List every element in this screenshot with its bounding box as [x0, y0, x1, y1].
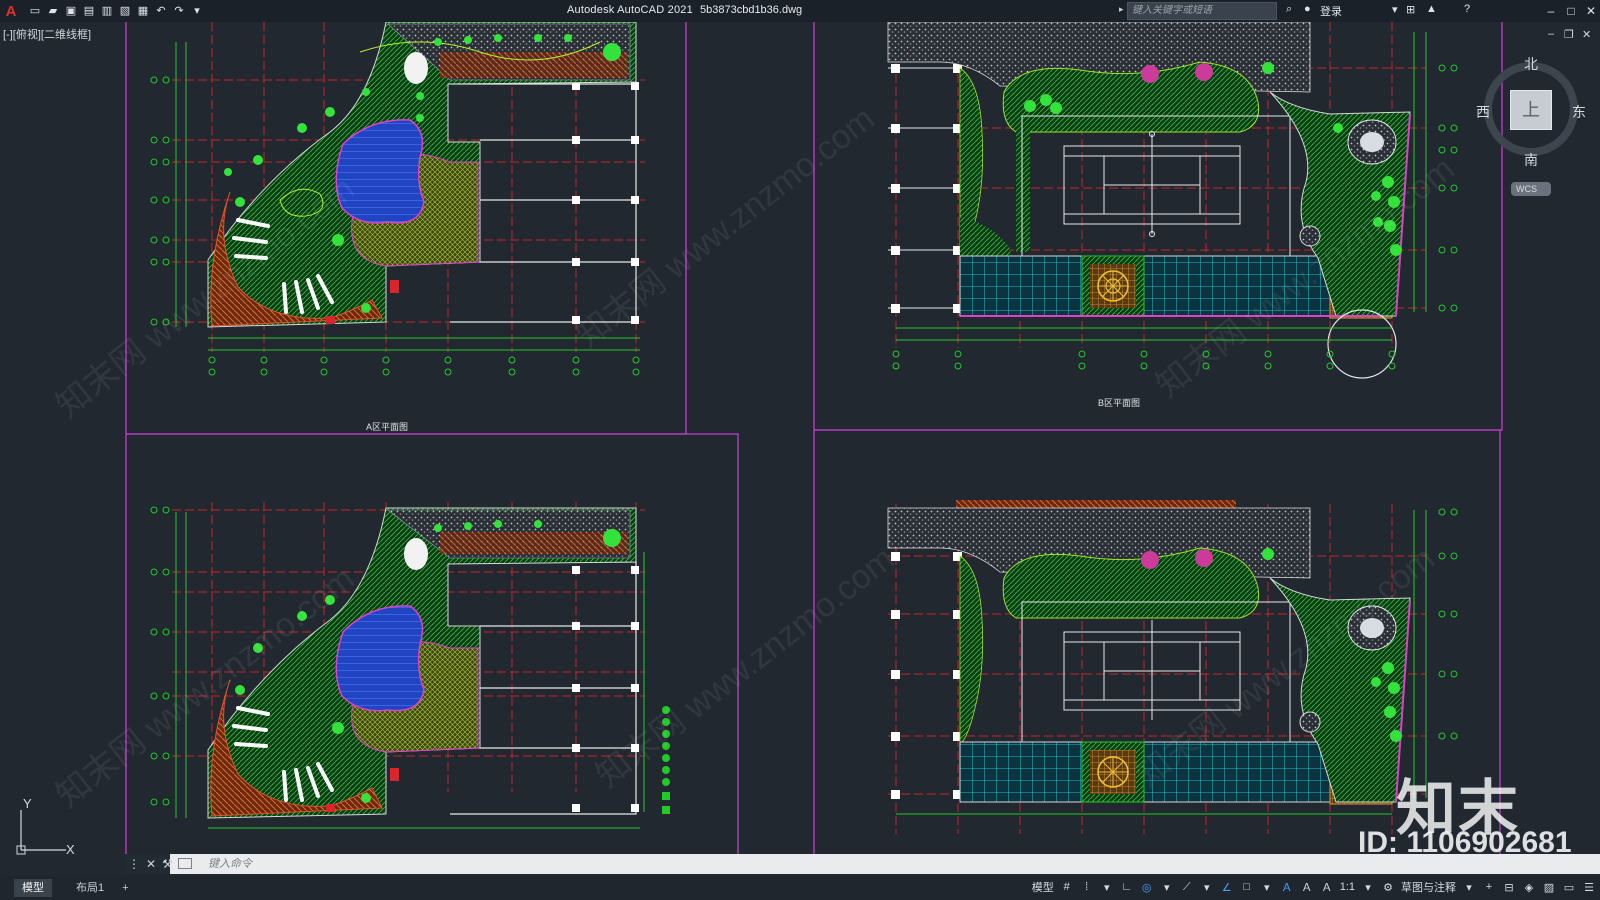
- compass-west[interactable]: 西: [1476, 102, 1490, 122]
- tab-model[interactable]: 模型: [14, 879, 52, 897]
- sheet-b-title: B区平面图: [1098, 398, 1140, 408]
- polar-tracking-icon[interactable]: ◎: [1140, 881, 1154, 894]
- clean-screen-icon[interactable]: ▭: [1562, 881, 1576, 894]
- ucs-y-label: Y: [23, 796, 32, 811]
- login-link[interactable]: 登录: [1320, 3, 1342, 19]
- command-prompt-icon[interactable]: [178, 858, 192, 869]
- viewcube[interactable]: 上 北 南 西 东: [1476, 54, 1586, 168]
- save-icon[interactable]: ▣: [64, 5, 78, 18]
- grid-icon[interactable]: #: [1060, 881, 1074, 893]
- viewport-restore-icon[interactable]: ❐: [1564, 28, 1574, 41]
- user-icon[interactable]: ●: [1304, 3, 1311, 15]
- hardware-acceleration-icon[interactable]: ▨: [1542, 881, 1556, 894]
- auto-scale-icon[interactable]: Ａ: [1300, 879, 1314, 895]
- search-icon[interactable]: ⌕: [1286, 3, 1292, 16]
- wcs-menu[interactable]: WCS: [1511, 182, 1551, 196]
- search-expand-icon[interactable]: ▸: [1119, 4, 1124, 15]
- autodesk-a360-icon[interactable]: ▲: [1426, 3, 1437, 15]
- close-button[interactable]: ✕: [1582, 2, 1600, 20]
- tab-layout1[interactable]: 布局1: [68, 879, 112, 897]
- viewport-minimize-icon[interactable]: –: [1548, 28, 1554, 40]
- object-snap-icon[interactable]: □: [1240, 881, 1254, 893]
- compass-south[interactable]: 南: [1524, 150, 1538, 170]
- ortho-icon[interactable]: ∟: [1120, 881, 1134, 893]
- file-name: 5b3873cbd1b36.dwg: [700, 4, 803, 16]
- login-dropdown-icon[interactable]: ▾: [1392, 3, 1398, 16]
- ucs-x-label: X: [66, 842, 75, 856]
- snap-icon[interactable]: ⁞: [1080, 881, 1094, 893]
- print-icon[interactable]: ▦: [136, 5, 150, 18]
- units-icon[interactable]: +: [1482, 881, 1496, 893]
- command-grip-icon[interactable]: ⋮: [128, 857, 140, 871]
- workspace-switch[interactable]: 草图与注释: [1401, 879, 1456, 895]
- snap-dropdown-icon[interactable]: ▾: [1100, 881, 1114, 894]
- command-line-controls: ⋮ ✕ ⚒: [124, 854, 173, 874]
- viewport-close-icon[interactable]: ✕: [1582, 28, 1591, 41]
- new-file-icon[interactable]: ▭: [28, 5, 42, 18]
- workspace-dropdown-icon[interactable]: ▾: [1462, 881, 1476, 894]
- command-line: ⋮ ✕ ⚒ 键入命令: [124, 854, 1600, 874]
- minimize-button[interactable]: –: [1542, 2, 1560, 20]
- redo-icon[interactable]: ↷: [172, 5, 186, 18]
- search-input[interactable]: 键入关键字或短语: [1127, 2, 1277, 20]
- status-toggles: 模型 # ⁞ ▾ ∟ ◎ ▾ ⟋ ▾ ∠ □ ▾ Ａ Ａ Ａ 1:1 ▾ ⚙ 草…: [1032, 879, 1596, 895]
- object-snap-tracking-icon[interactable]: ∠: [1220, 881, 1234, 894]
- isodraft-dropdown-icon[interactable]: ▾: [1200, 881, 1214, 894]
- open-folder-icon[interactable]: ▰: [46, 5, 60, 18]
- workspace-gear-icon[interactable]: ⚙: [1381, 881, 1395, 894]
- help-icon[interactable]: ?: [1464, 3, 1470, 15]
- cart-icon[interactable]: ⊞: [1406, 3, 1415, 16]
- autocad-window: A ▭ ▰ ▣ ▤ ▥ ▧ ▦ ↶ ↷ ▾ Autodesk AutoCAD 2…: [0, 0, 1600, 900]
- annotation-scale-icon[interactable]: Ａ: [1320, 879, 1334, 895]
- model-space-label[interactable]: 模型: [1032, 879, 1054, 895]
- publish-icon[interactable]: ▥: [100, 5, 114, 18]
- undo-icon[interactable]: ↶: [154, 5, 168, 18]
- annotation-visibility-icon[interactable]: Ａ: [1280, 879, 1294, 895]
- title-bar: A ▭ ▰ ▣ ▤ ▥ ▧ ▦ ↶ ↷ ▾ Autodesk AutoCAD 2…: [0, 0, 1600, 22]
- object-snap-dropdown-icon[interactable]: ▾: [1260, 881, 1274, 894]
- autocad-logo-icon[interactable]: A: [0, 0, 22, 22]
- viewport-controls-label[interactable]: [-][俯视][二维线框]: [3, 26, 91, 42]
- sheet-a-title: A区平面图: [366, 422, 408, 432]
- add-layout-button[interactable]: +: [114, 879, 136, 897]
- maximize-button[interactable]: □: [1562, 2, 1580, 20]
- annotation-scale-value[interactable]: 1:1: [1340, 881, 1355, 893]
- polar-dropdown-icon[interactable]: ▾: [1160, 881, 1174, 894]
- plan-a-top: A区平面图: [150, 22, 645, 432]
- command-input[interactable]: 键入命令: [174, 855, 1594, 873]
- viewcube-top-face[interactable]: 上: [1510, 90, 1552, 130]
- quick-access-toolbar: ▭ ▰ ▣ ▤ ▥ ▧ ▦ ↶ ↷ ▾: [28, 5, 204, 18]
- plot-icon[interactable]: ▧: [118, 5, 132, 18]
- quick-properties-icon[interactable]: ⊟: [1502, 881, 1516, 894]
- scale-dropdown-icon[interactable]: ▾: [1361, 881, 1375, 894]
- customize-dropdown-icon[interactable]: ▾: [190, 5, 204, 18]
- status-bar: 模型 布局1 + 模型 # ⁞ ▾ ∟ ◎ ▾ ⟋ ▾ ∠ □ ▾ Ａ Ａ Ａ …: [0, 876, 1600, 900]
- plan-b-bottom: [887, 500, 1458, 834]
- customization-menu-icon[interactable]: ☰: [1582, 881, 1596, 894]
- app-title: Autodesk AutoCAD 2021: [567, 4, 693, 16]
- command-customize-icon[interactable]: ⚒: [162, 857, 173, 871]
- command-close-icon[interactable]: ✕: [146, 857, 156, 871]
- compass-east[interactable]: 东: [1572, 102, 1586, 122]
- save-as-icon[interactable]: ▤: [82, 5, 96, 18]
- compass-north[interactable]: 北: [1524, 54, 1538, 74]
- isodraft-icon[interactable]: ⟋: [1180, 881, 1194, 894]
- isolate-objects-icon[interactable]: ◈: [1522, 881, 1536, 894]
